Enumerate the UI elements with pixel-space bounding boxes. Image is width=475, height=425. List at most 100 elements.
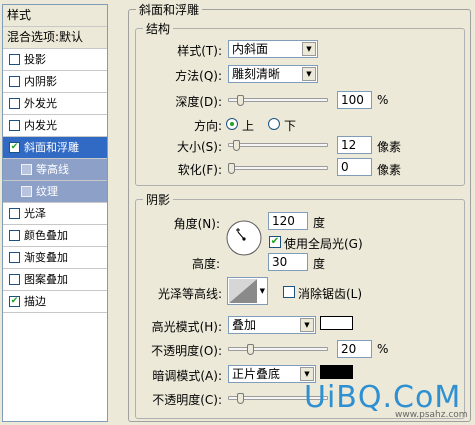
direction-up-radio[interactable] xyxy=(226,118,238,130)
shadow-mode-label: 暗调模式(A): xyxy=(152,369,222,383)
chevron-down-icon[interactable]: ▼ xyxy=(302,42,316,56)
style-item-gradient-overlay[interactable]: 渐变叠加 xyxy=(3,247,107,269)
use-global-light-label[interactable]: 使用全局光(G) xyxy=(284,235,363,252)
styles-title: 样式 xyxy=(3,5,107,27)
style-item-contour[interactable]: 等高线 xyxy=(3,159,107,181)
style-item-label: 纹理 xyxy=(36,185,58,198)
highlight-opacity-label: 不透明度(O): xyxy=(151,344,222,358)
style-item-satin[interactable]: 光泽 xyxy=(3,203,107,225)
anti-aliased-label[interactable]: 消除锯齿(L) xyxy=(298,285,362,302)
style-item-stroke[interactable]: ✔ 描边 xyxy=(3,291,107,313)
style-checkbox[interactable]: ✔ xyxy=(9,142,20,153)
shadow-opacity-slider-thumb[interactable] xyxy=(237,393,245,404)
size-label: 大小(S): xyxy=(176,140,222,154)
shadow-mode-select[interactable]: 正片叠底 ▼ xyxy=(228,365,316,383)
shadow-mode-value: 正片叠底 xyxy=(232,367,281,381)
style-item-label: 图案叠加 xyxy=(24,273,68,286)
style-checkbox[interactable] xyxy=(21,164,32,175)
depth-unit: % xyxy=(377,93,389,107)
highlight-opacity-slider-thumb[interactable] xyxy=(246,344,254,355)
chevron-down-icon[interactable]: ▼ xyxy=(302,67,316,81)
technique-select[interactable]: 雕刻清晰 ▼ xyxy=(228,65,318,83)
style-item-outer-glow[interactable]: 外发光 xyxy=(3,93,107,115)
style-item-label: 渐变叠加 xyxy=(24,251,68,264)
highlight-opacity-input[interactable]: 20 xyxy=(337,340,372,358)
chevron-down-icon[interactable]: ▼ xyxy=(260,287,265,295)
style-checkbox[interactable] xyxy=(9,274,20,285)
style-checkbox[interactable] xyxy=(9,54,20,65)
style-checkbox[interactable] xyxy=(9,252,20,263)
anti-aliased-checkbox[interactable] xyxy=(283,286,295,298)
style-item-label: 颜色叠加 xyxy=(24,229,68,242)
angle-unit: 度 xyxy=(313,216,326,230)
watermark-site: www.psahz.com xyxy=(395,410,468,420)
angle-input[interactable]: 120 xyxy=(268,212,308,230)
bevel-style-select[interactable]: 内斜面 ▼ xyxy=(228,40,318,58)
technique-value: 雕刻清晰 xyxy=(232,67,281,81)
highlight-mode-label: 高光模式(H): xyxy=(151,320,222,334)
style-checkbox[interactable] xyxy=(9,120,20,131)
style-item-bevel-emboss[interactable]: ✔ 斜面和浮雕 xyxy=(3,137,107,159)
highlight-mode-select[interactable]: 叠加 ▼ xyxy=(228,316,316,334)
depth-input[interactable]: 100 xyxy=(337,91,372,109)
style-item-texture[interactable]: 纹理 xyxy=(3,181,107,203)
style-checkbox[interactable] xyxy=(9,230,20,241)
styles-panel: 样式 混合选项:默认 投影 内阴影 外发光 内发光 ✔ 斜面和浮雕 等高线 纹理… xyxy=(2,4,108,422)
chevron-down-icon[interactable]: ▼ xyxy=(300,318,314,332)
chevron-down-icon[interactable]: ▼ xyxy=(300,367,314,381)
gloss-contour-picker[interactable]: ▼ xyxy=(227,277,268,305)
soften-input[interactable]: 0 xyxy=(337,158,372,176)
contour-preview-icon xyxy=(229,279,257,303)
bevel-emboss-title: 斜面和浮雕 xyxy=(136,1,203,18)
soften-slider-track[interactable] xyxy=(228,166,328,170)
highlight-opacity-slider-track[interactable] xyxy=(228,347,328,351)
angle-label: 角度(N): xyxy=(173,217,220,231)
altitude-label: 高度: xyxy=(191,257,220,271)
style-item-inner-glow[interactable]: 内发光 xyxy=(3,115,107,137)
style-checkbox[interactable] xyxy=(9,208,20,219)
altitude-unit: 度 xyxy=(313,257,326,271)
depth-slider-thumb[interactable] xyxy=(237,95,245,106)
structure-title: 结构 xyxy=(143,20,174,37)
style-item-drop-shadow[interactable]: 投影 xyxy=(3,49,107,71)
soften-slider-thumb[interactable] xyxy=(228,163,235,174)
size-unit: 像素 xyxy=(377,140,402,154)
shadow-opacity-label: 不透明度(C): xyxy=(152,393,222,407)
style-item-inner-shadow[interactable]: 内阴影 xyxy=(3,71,107,93)
angle-dial[interactable] xyxy=(225,219,263,257)
style-item-label: 描边 xyxy=(24,295,46,308)
size-slider-track[interactable] xyxy=(228,143,328,147)
style-item-label: 投影 xyxy=(24,53,46,66)
style-checkbox[interactable] xyxy=(9,76,20,87)
use-global-light-checkbox[interactable]: ✔ xyxy=(269,236,281,248)
style-item-label: 内阴影 xyxy=(24,75,57,88)
style-item-label: 内发光 xyxy=(24,119,57,132)
style-item-label: 等高线 xyxy=(36,163,69,176)
highlight-mode-value: 叠加 xyxy=(232,318,257,332)
altitude-input[interactable]: 30 xyxy=(268,253,308,271)
soften-unit: 像素 xyxy=(377,163,402,177)
direction-up-label[interactable]: 上 xyxy=(242,117,254,134)
size-input[interactable]: 12 xyxy=(337,136,372,154)
style-item-pattern-overlay[interactable]: 图案叠加 xyxy=(3,269,107,291)
blending-options-item[interactable]: 混合选项:默认 xyxy=(3,27,107,49)
style-checkbox[interactable] xyxy=(9,98,20,109)
technique-label: 方法(Q): xyxy=(175,69,222,83)
size-slider-thumb[interactable] xyxy=(232,140,240,151)
highlight-color-swatch[interactable] xyxy=(320,316,353,330)
shadow-color-swatch[interactable] xyxy=(320,365,353,379)
style-checkbox[interactable] xyxy=(21,186,32,197)
direction-down-radio[interactable] xyxy=(268,118,280,130)
highlight-opacity-unit: % xyxy=(377,342,389,356)
depth-label: 深度(D): xyxy=(175,95,222,109)
soften-label: 软化(F): xyxy=(177,163,222,177)
direction-down-label[interactable]: 下 xyxy=(284,117,296,134)
direction-label: 方向: xyxy=(193,119,222,133)
style-checkbox[interactable]: ✔ xyxy=(9,296,20,307)
style-item-label: 光泽 xyxy=(24,207,46,220)
shading-title: 阴影 xyxy=(143,191,174,208)
bevel-style-value: 内斜面 xyxy=(232,42,269,56)
style-label: 样式(T): xyxy=(177,44,222,58)
style-item-label: 斜面和浮雕 xyxy=(24,141,79,154)
style-item-color-overlay[interactable]: 颜色叠加 xyxy=(3,225,107,247)
